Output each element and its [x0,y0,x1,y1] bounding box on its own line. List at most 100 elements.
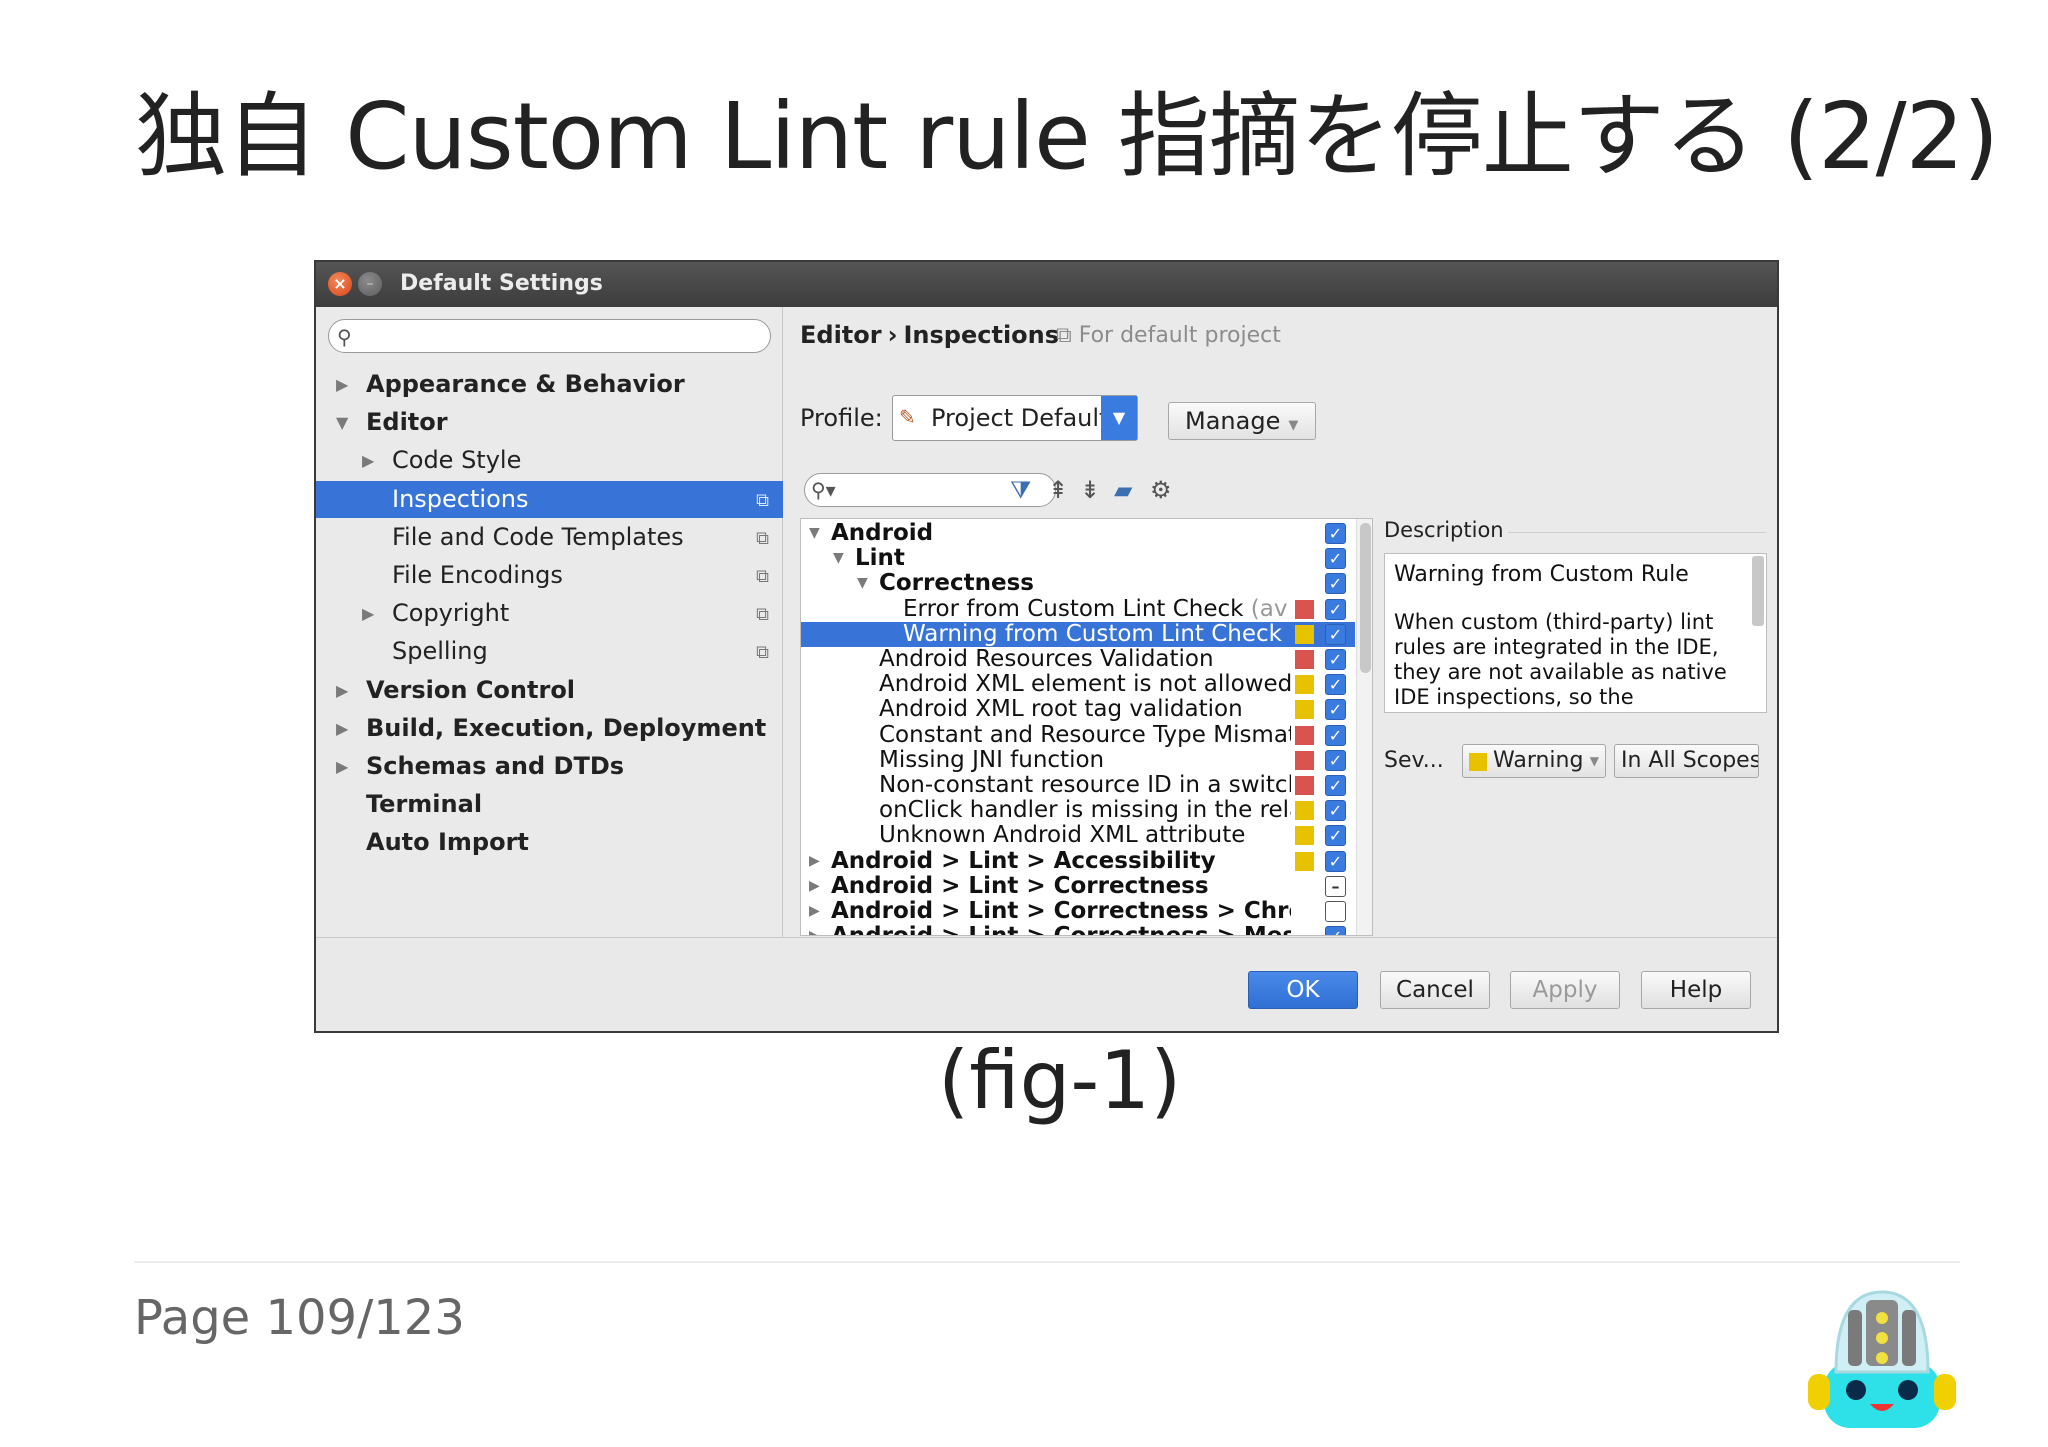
inspection-row[interactable]: Android Resources Validation ✓ [801,647,1355,672]
inspection-row[interactable]: ▶ Android > Lint > Accessibility ✓ [801,849,1355,874]
inspection-checkbox[interactable]: ✓ [1325,749,1346,771]
inspection-checkbox[interactable]: ✓ [1325,699,1346,721]
expand-all-icon[interactable]: ⇞ [1048,473,1068,507]
ok-button[interactable]: OK [1248,971,1358,1009]
inspection-label-text: onClick handler is missing in the relate [879,798,1291,824]
scroll-thumb[interactable] [1360,523,1371,673]
close-icon[interactable]: × [328,272,352,296]
inspection-checkbox[interactable]: ✓ [1325,623,1346,645]
help-button[interactable]: Help [1641,971,1751,1009]
minimize-icon[interactable]: – [358,272,382,296]
expanded-arrow-icon[interactable]: ▼ [833,546,844,571]
severity-select[interactable]: Warning ▼ [1462,744,1606,778]
expanded-arrow-icon[interactable]: ▼ [809,521,820,546]
cancel-button[interactable]: Cancel [1380,971,1490,1009]
collapsed-arrow-icon[interactable]: ▶ [336,748,348,785]
inspection-row[interactable]: ▼ Android ✓ [801,521,1355,546]
warning-swatch-icon [1469,753,1487,771]
inspection-row[interactable]: ▶ Android > Lint > Correctness > Messages… [801,924,1355,935]
inspection-row[interactable]: Android XML element is not allowed ✓ [801,672,1355,697]
collapsed-arrow-icon[interactable]: ▶ [809,849,820,874]
inspection-row[interactable]: Missing JNI function ✓ [801,748,1355,773]
sidebar-item-build-execution-deployment[interactable]: ▶ Build, Execution, Deployment [316,710,783,747]
expanded-arrow-icon[interactable]: ▼ [336,404,348,441]
collapsed-arrow-icon[interactable]: ▶ [336,710,348,747]
inspection-checkbox[interactable]: ✓ [1325,523,1346,544]
inspection-label: Android > Lint > Correctness > Chrome [831,899,1291,924]
collapsed-arrow-icon[interactable]: ▶ [809,899,820,924]
expanded-arrow-icon[interactable]: ▼ [857,571,868,596]
description-panel[interactable]: Warning from Custom Rule When custom (th… [1384,553,1767,713]
inspection-row[interactable]: Warning from Custom Lint Check ✓ [801,621,1355,647]
sidebar-item-file-and-code-templates[interactable]: File and Code Templates ⧉ [316,519,783,556]
profile-select[interactable]: ✎ Project Default ▼ [892,395,1138,441]
inspection-label: Android XML element is not allowed [879,672,1291,697]
filter-icon[interactable]: ⧩ [1010,473,1031,507]
sidebar-item-label: Copyright [392,599,510,628]
inspection-label-text: Android XML element is not allowed [879,672,1291,698]
inspection-row[interactable]: ▼ Lint ✓ [801,546,1355,571]
breadcrumb-inspections: Inspections [903,321,1060,349]
inspection-row[interactable]: ▶ Android > Lint > Correctness > Chrome [801,899,1355,924]
chevron-down-icon[interactable]: ▼ [1101,396,1137,440]
description-title: Warning from Custom Rule [1394,562,1689,587]
sidebar-item-terminal[interactable]: Terminal [316,786,783,823]
collapsed-arrow-icon[interactable]: ▶ [336,366,348,403]
robot-mascot-logo [1808,1290,1956,1428]
inspection-checkbox[interactable]: ✓ [1325,598,1346,620]
manage-button[interactable]: Manage ▼ [1168,402,1316,440]
gear-icon[interactable]: ⚙ [1150,473,1172,507]
sidebar-item-auto-import[interactable]: Auto Import [316,824,783,861]
inspection-row[interactable]: Constant and Resource Type Mismatch ✓ [801,723,1355,748]
sidebar-item-inspections[interactable]: Inspections ⧉ [316,480,783,518]
sidebar-item-editor[interactable]: ▼ Editor [316,404,783,441]
severity-value: Warning [1493,748,1584,773]
inspection-checkbox[interactable]: ✓ [1325,926,1346,935]
inspection-checkbox[interactable]: ✓ [1325,825,1346,847]
collapsed-arrow-icon[interactable]: ▶ [362,442,374,479]
collapsed-arrow-icon[interactable]: ▶ [362,595,374,632]
inspection-checkbox[interactable]: ✓ [1325,850,1346,872]
apply-button[interactable]: Apply [1510,971,1620,1009]
inspection-row[interactable]: Non-constant resource ID in a switch st ✓ [801,773,1355,798]
description-body: When custom (third-party) lint rules are… [1394,610,1727,709]
inspection-checkbox[interactable]: ✓ [1325,573,1346,595]
sidebar-item-file-encodings[interactable]: File Encodings ⧉ [316,557,783,594]
inspection-row[interactable]: Error from Custom Lint Check (av ✓ [801,597,1355,622]
sidebar-item-label: Editor [366,408,448,437]
collapsed-arrow-icon[interactable]: ▶ [809,924,820,935]
inspection-row[interactable]: Unknown Android XML attribute ✓ [801,823,1355,848]
inspection-label-text: Error from Custom Lint Check [903,596,1244,622]
inspection-label-text: Android Resources Validation [879,647,1214,672]
sidebar-item-appearance-behavior[interactable]: ▶ Appearance & Behavior [316,366,783,403]
inspection-checkbox[interactable]: – [1325,875,1346,897]
sidebar-item-schemas-and-dtds[interactable]: ▶ Schemas and DTDs [316,748,783,785]
scope-select[interactable]: In All Scopes [1614,744,1759,778]
tree-scrollbar[interactable] [1356,519,1372,935]
inspection-row[interactable]: ▶ Android > Lint > Correctness – [801,874,1355,899]
inspection-row[interactable]: Android XML root tag validation ✓ [801,697,1355,722]
collapse-all-icon[interactable]: ⇟ [1080,473,1100,507]
inspection-row[interactable]: onClick handler is missing in the relate… [801,798,1355,823]
inspection-checkbox[interactable] [1325,901,1346,922]
description-scrollbar[interactable] [1752,556,1764,626]
inspection-row[interactable]: ▼ Correctness ✓ [801,571,1355,596]
inspection-checkbox[interactable]: ✓ [1325,649,1346,670]
reset-icon[interactable]: ▰ [1114,473,1132,507]
warning-severity-icon [1295,624,1314,644]
collapsed-arrow-icon[interactable]: ▶ [809,874,820,899]
sidebar-item-version-control[interactable]: ▶ Version Control [316,672,783,709]
inspection-checkbox[interactable]: ✓ [1325,548,1346,570]
settings-search-input[interactable]: ⚲ [328,319,771,353]
inspection-checkbox[interactable]: ✓ [1325,674,1346,696]
inspection-checkbox[interactable]: ✓ [1325,775,1346,796]
sidebar-item-spelling[interactable]: Spelling ⧉ [316,633,783,670]
inspection-checkbox[interactable]: ✓ [1325,724,1346,746]
collapsed-arrow-icon[interactable]: ▶ [336,672,348,709]
inspection-checkbox[interactable]: ✓ [1325,800,1346,822]
sidebar-item-copyright[interactable]: ▶ Copyright ⧉ [316,595,783,632]
error-severity-icon [1295,776,1314,795]
inspections-tree[interactable]: ▼ Android ✓ ▼ Lint ✓ ▼ Correctness ✓ Error from C… [800,518,1373,936]
inspection-label-text: Android > Lint > Correctness [831,873,1209,899]
sidebar-item-code-style[interactable]: ▶ Code Style [316,442,783,479]
